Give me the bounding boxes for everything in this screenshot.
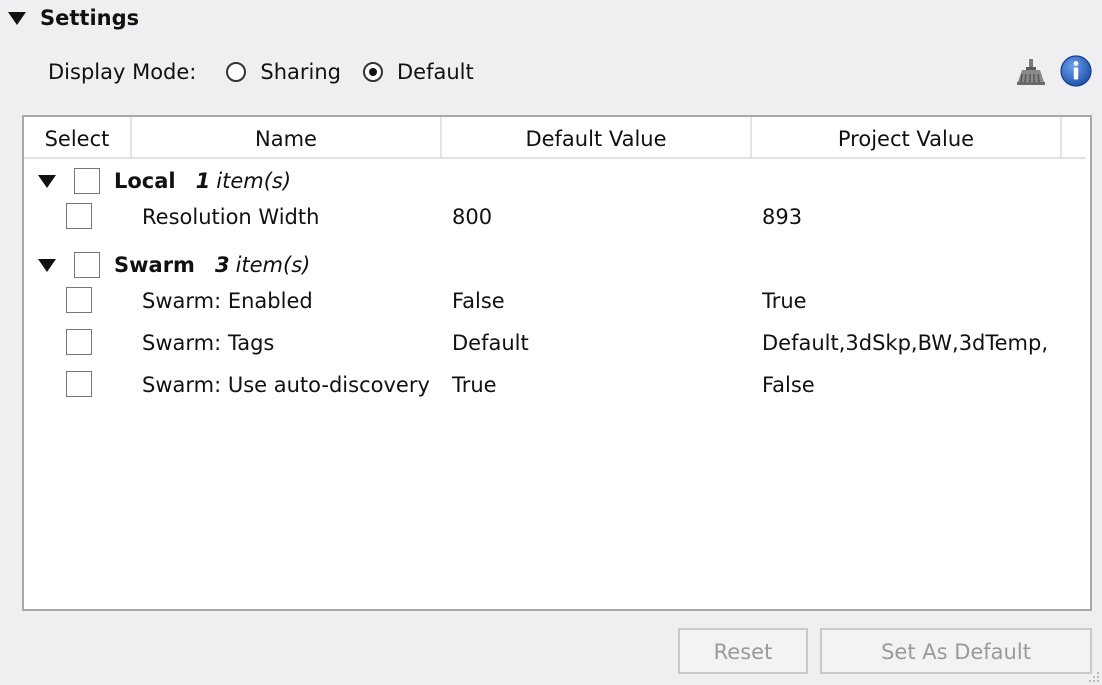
- row-name: Swarm: Use auto-discovery: [142, 373, 430, 397]
- row-checkbox[interactable]: [66, 203, 92, 229]
- row-name: Swarm: Enabled: [142, 289, 313, 313]
- settings-table: Select Name Default Value Project Value …: [22, 115, 1092, 611]
- info-icon[interactable]: [1060, 55, 1092, 87]
- table-row[interactable]: Resolution Width 800 893: [24, 197, 1090, 237]
- group-collapse-triangle-icon[interactable]: [38, 259, 56, 272]
- row-default-value: False: [452, 289, 505, 313]
- reset-button[interactable]: Reset: [678, 628, 808, 674]
- row-default-value: Default: [452, 331, 529, 355]
- group-count-label: item(s): [216, 169, 292, 193]
- radio-option-sharing[interactable]: Sharing: [226, 60, 341, 84]
- display-mode-row: Display Mode: Sharing Default: [48, 56, 496, 88]
- radio-sharing[interactable]: [226, 62, 247, 82]
- sweep-broom-icon[interactable]: [1016, 58, 1046, 86]
- row-name: Swarm: Tags: [142, 331, 275, 355]
- table-row[interactable]: Swarm: Enabled False True: [24, 281, 1090, 321]
- radio-default[interactable]: [363, 62, 383, 82]
- group-count-label: item(s): [235, 253, 311, 277]
- group-checkbox-local[interactable]: [74, 168, 100, 194]
- row-project-value: True: [762, 289, 807, 313]
- set-as-default-button[interactable]: Set As Default: [820, 628, 1092, 674]
- row-checkbox[interactable]: [66, 329, 92, 355]
- group-collapse-triangle-icon[interactable]: [38, 175, 56, 188]
- row-default-value: 800: [452, 205, 493, 229]
- group-row-local[interactable]: Local 1 item(s): [24, 161, 1090, 201]
- row-checkbox[interactable]: [66, 287, 92, 313]
- group-count: 3: [214, 253, 230, 277]
- radio-sharing-label: Sharing: [260, 60, 341, 84]
- collapse-triangle-icon[interactable]: [8, 11, 26, 25]
- settings-section-header[interactable]: Settings: [8, 4, 139, 32]
- table-row[interactable]: Swarm: Use auto-discovery True False: [24, 365, 1090, 405]
- row-name: Resolution Width: [142, 205, 320, 229]
- section-title: Settings: [40, 6, 140, 30]
- group-row-swarm[interactable]: Swarm 3 item(s): [24, 245, 1090, 285]
- group-checkbox-swarm[interactable]: [74, 252, 100, 278]
- row-checkbox[interactable]: [66, 371, 92, 397]
- column-header-name[interactable]: Name: [132, 117, 442, 157]
- column-header-default-value[interactable]: Default Value: [442, 117, 752, 157]
- group-label-swarm: Swarm 3 item(s): [114, 245, 310, 285]
- row-project-value: 893: [762, 205, 803, 229]
- display-mode-label: Display Mode:: [48, 60, 197, 84]
- table-header: Select Name Default Value Project Value: [24, 117, 1086, 159]
- row-project-value: False: [762, 373, 815, 397]
- row-project-value: Default,3dSkp,BW,3dTemp,: [762, 331, 1049, 355]
- resize-grip-icon[interactable]: [1086, 669, 1100, 683]
- radio-option-default[interactable]: Default: [363, 60, 474, 84]
- row-default-value: True: [452, 373, 497, 397]
- group-label-local: Local 1 item(s): [114, 161, 291, 201]
- radio-default-label: Default: [397, 60, 474, 84]
- group-count: 1: [195, 169, 211, 193]
- table-row[interactable]: Swarm: Tags Default Default,3dSkp,BW,3dT…: [24, 323, 1090, 363]
- column-header-select[interactable]: Select: [24, 117, 132, 157]
- group-name: Swarm: [114, 253, 195, 277]
- group-name: Local: [114, 169, 176, 193]
- column-header-project-value[interactable]: Project Value: [752, 117, 1062, 157]
